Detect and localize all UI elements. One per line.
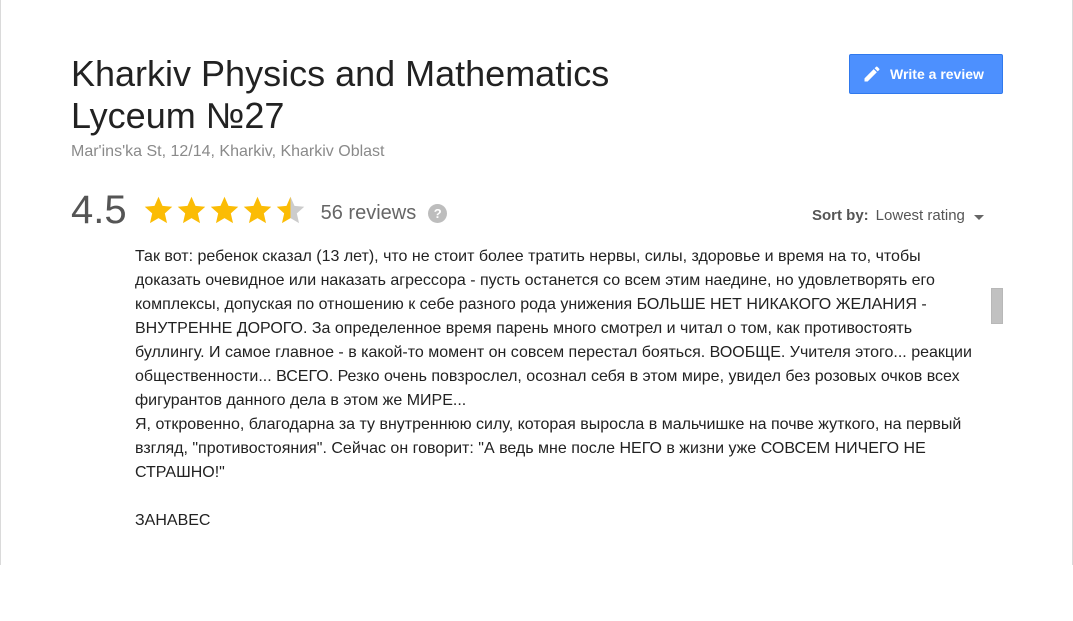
- star-icon: [210, 196, 238, 223]
- star-icon: [243, 196, 271, 223]
- sort-label: Sort by:: [812, 207, 869, 224]
- star-icon: [177, 196, 205, 223]
- review-count-link[interactable]: 56 reviews: [321, 202, 417, 225]
- place-address: Mar'ins'ka St, 12/14, Kharkiv, Kharkiv O…: [71, 143, 385, 160]
- place-title: Kharkiv Physics and Mathematics Lyceum №…: [71, 53, 610, 136]
- sort-value: Lowest rating: [875, 207, 965, 224]
- caret-down-icon: [973, 214, 984, 220]
- star-rating: [142, 192, 307, 228]
- star-icon: [276, 196, 304, 223]
- star-icon: [144, 196, 172, 223]
- write-review-button[interactable]: Write a review: [849, 54, 1003, 94]
- scrollbar-thumb[interactable]: [991, 288, 1003, 324]
- rating-value: 4.5: [71, 188, 127, 232]
- write-review-label: Write a review: [890, 66, 984, 82]
- rating-summary: 4.5 56 reviews ?: [71, 186, 448, 234]
- pencil-icon: [864, 66, 880, 82]
- sort-dropdown[interactable]: Sort by: Lowest rating: [812, 206, 984, 226]
- question-circle-icon[interactable]: ?: [428, 203, 448, 223]
- review-text: Так вот: ребенок сказал (13 лет), что не…: [135, 248, 972, 529]
- reviews-dialog: Kharkiv Physics and Mathematics Lyceum №…: [0, 0, 1073, 565]
- review-scroll-pane[interactable]: Так вот: ребенок сказал (13 лет), что не…: [135, 244, 975, 565]
